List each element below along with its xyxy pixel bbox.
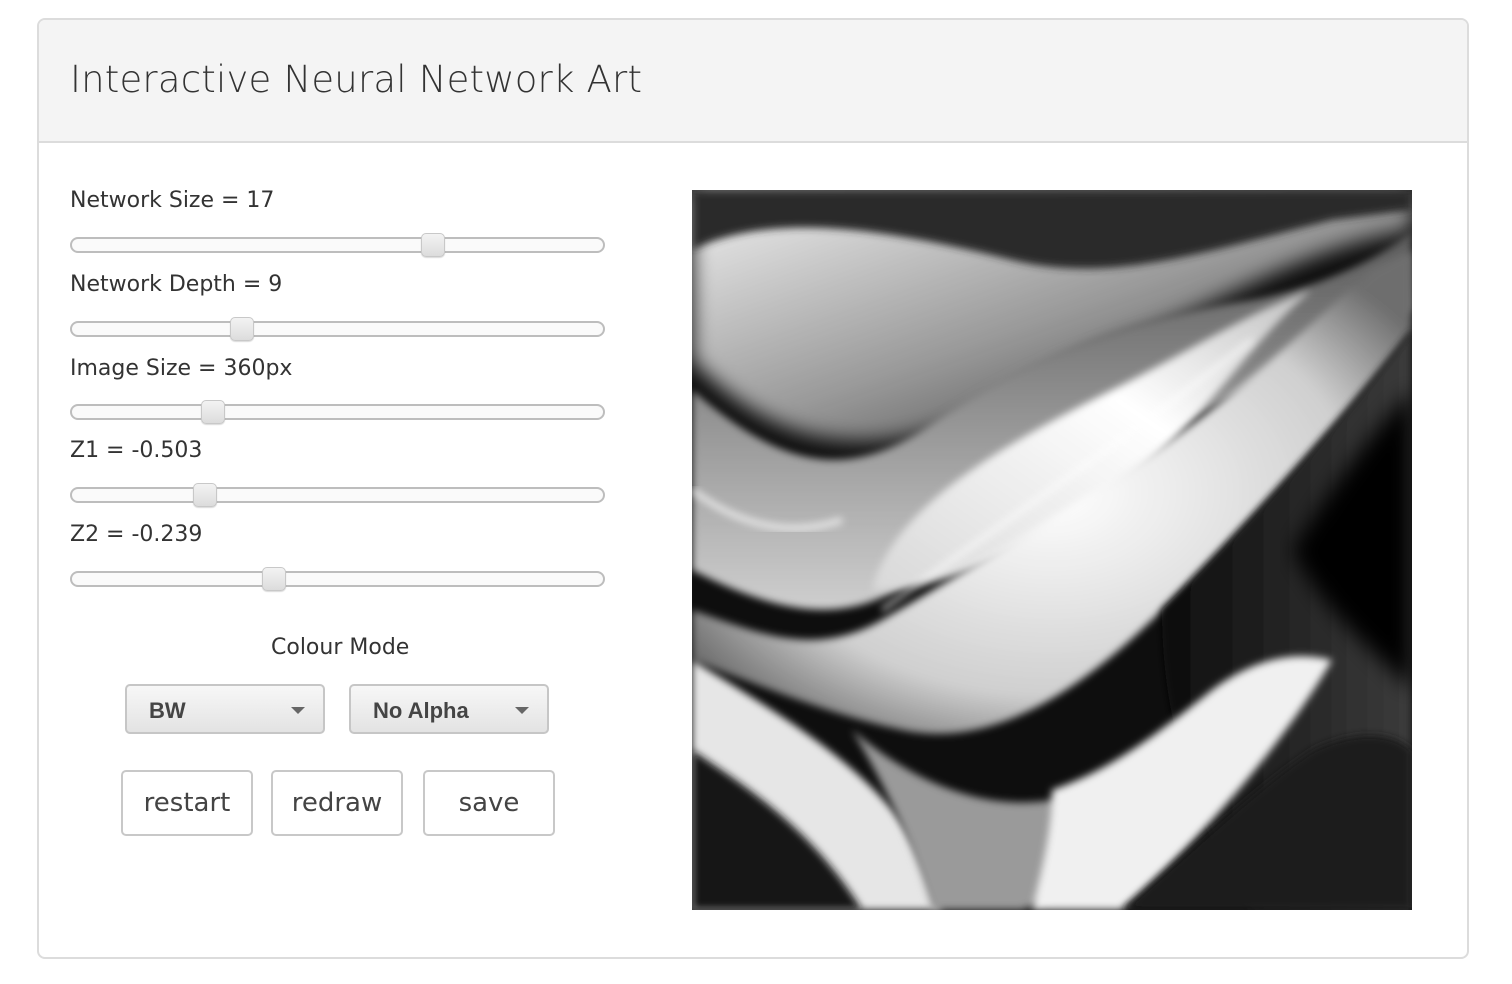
network-size-label: Network Size = 17 <box>70 188 275 213</box>
alpha-mode-select[interactable]: No Alpha <box>349 684 549 734</box>
network-depth-label: Network Depth = 9 <box>70 272 283 297</box>
restart-button[interactable]: restart <box>121 770 253 836</box>
colour-mode-label: Colour Mode <box>271 635 410 660</box>
z2-label: Z2 = -0.239 <box>70 522 203 547</box>
image-size-label: Image Size = 360px <box>70 356 293 381</box>
image-size-slider-thumb[interactable] <box>200 400 225 424</box>
colour-mode-select[interactable]: BW <box>125 684 325 734</box>
z1-slider[interactable] <box>70 483 605 507</box>
image-size-slider[interactable] <box>70 400 605 424</box>
z1-slider-thumb[interactable] <box>192 483 217 507</box>
network-size-slider-thumb[interactable] <box>421 233 446 257</box>
generated-artwork-image <box>692 190 1412 910</box>
network-depth-slider[interactable] <box>70 317 605 341</box>
page-title: Interactive Neural Network Art <box>70 58 643 101</box>
redraw-button[interactable]: redraw <box>271 770 403 836</box>
colour-mode-select-value: BW <box>149 698 186 723</box>
chevron-down-icon <box>291 707 305 714</box>
chevron-down-icon <box>515 707 529 714</box>
z2-slider[interactable] <box>70 567 605 591</box>
panel-header: Interactive Neural Network Art <box>39 20 1467 143</box>
z1-label: Z1 = -0.503 <box>70 438 203 463</box>
network-depth-slider-thumb[interactable] <box>229 317 254 341</box>
save-button[interactable]: save <box>423 770 555 836</box>
z2-slider-thumb[interactable] <box>261 567 286 591</box>
app-panel: Interactive Neural Network Art Network S… <box>37 18 1469 959</box>
generated-artwork-canvas <box>692 190 1412 910</box>
network-size-slider[interactable] <box>70 233 605 257</box>
alpha-mode-select-value: No Alpha <box>373 698 469 723</box>
